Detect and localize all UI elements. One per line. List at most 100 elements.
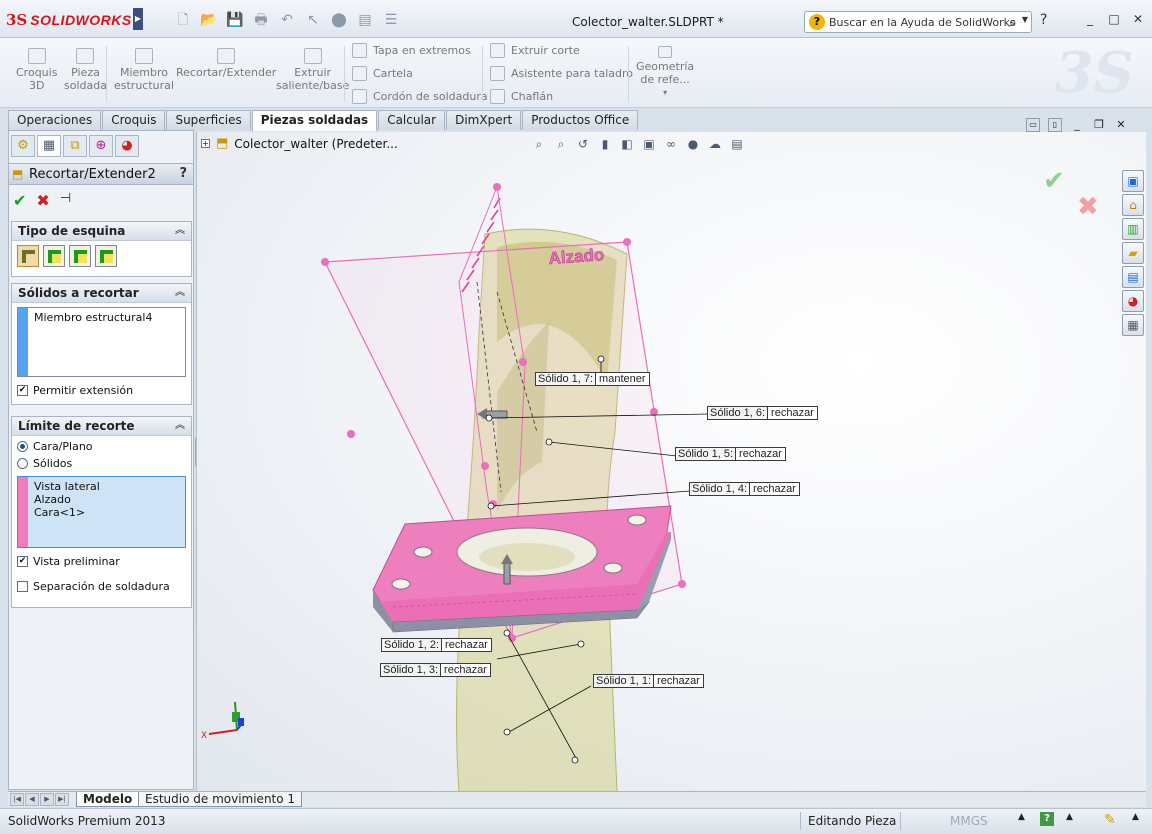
chamfer-button[interactable]: Chaflán <box>490 89 553 104</box>
hide-show-items-icon[interactable]: ∞ <box>663 136 679 152</box>
callout-action[interactable]: rechazar <box>442 638 492 652</box>
help-search-box[interactable]: ? Buscar en la Ayuda de SolidWorks ⌕ ▼ <box>804 11 1032 33</box>
viewport-link-icon[interactable]: ▯ <box>1048 118 1062 132</box>
callout-solid-5[interactable]: Sólido 1, 5: rechazar <box>675 447 786 461</box>
maximize-button[interactable]: □ <box>1106 10 1122 28</box>
print-icon[interactable]: 🖶 <box>250 10 272 30</box>
extrude-boss-button[interactable]: Extruir saliente/base <box>276 48 349 92</box>
solidworks-resources-icon[interactable]: ▣ <box>1122 170 1144 192</box>
zoom-to-area-icon[interactable]: ⌕ <box>553 136 569 152</box>
face-plane-radio[interactable]: Cara/Plano <box>12 438 191 455</box>
trim-extend-button[interactable]: Recortar/Extender <box>176 48 276 79</box>
collapse-chevron-icon[interactable]: ︽ <box>175 284 185 302</box>
section-view-icon[interactable]: ▮ <box>597 136 613 152</box>
tab-productos-office[interactable]: Productos Office <box>522 110 639 130</box>
tips-chevron-icon[interactable]: ▲ <box>1066 812 1073 822</box>
model-viewport[interactable]: Alzado X <box>197 132 1146 792</box>
sketch-3d-button[interactable]: Croquis 3D <box>16 48 57 92</box>
callout-action[interactable]: mantener <box>596 372 650 386</box>
list-item[interactable]: Cara<1> <box>34 506 100 519</box>
document-minimize-icon[interactable]: _ <box>1070 118 1084 132</box>
preview-checkbox[interactable]: ✔ Vista preliminar <box>12 552 191 571</box>
edit-appearance-icon[interactable]: ● <box>685 136 701 152</box>
next-tab-icon[interactable]: ▶ <box>40 793 54 806</box>
rebuild-icon[interactable]: ⬤ <box>328 10 350 30</box>
callout-solid-7[interactable]: Sólido 1, 7: mantener <box>535 372 650 386</box>
tab-operaciones[interactable]: Operaciones <box>8 110 102 130</box>
custom-properties-icon[interactable]: ▦ <box>1122 314 1144 336</box>
document-close-icon[interactable]: ✕ <box>1114 118 1128 132</box>
menu-expand-arrow[interactable]: ▶ <box>133 8 143 30</box>
view-palette-icon[interactable]: ▤ <box>1122 266 1144 288</box>
gusset-button[interactable]: Cartela <box>352 66 413 81</box>
minimize-button[interactable]: _ <box>1082 10 1098 28</box>
corner-end-butt1-button[interactable] <box>69 245 91 267</box>
group-header[interactable]: Tipo de esquina ︽ <box>12 222 191 241</box>
corner-end-trim-button[interactable] <box>17 245 39 267</box>
display-manager-tab-icon[interactable]: ◕ <box>115 135 139 157</box>
undo-icon[interactable]: ↶ <box>276 10 298 30</box>
callout-action[interactable]: rechazar <box>441 663 491 677</box>
tab-croquis[interactable]: Croquis <box>102 110 166 130</box>
list-item[interactable]: Vista lateral <box>34 480 100 493</box>
reference-geometry-button[interactable]: Geometría de refe... ▾ <box>636 46 694 99</box>
allow-extension-checkbox[interactable]: ✔ Permitir extensión <box>12 381 191 400</box>
tab-model[interactable]: Modelo <box>76 792 140 807</box>
display-style-icon[interactable]: ▣ <box>641 136 657 152</box>
fillet-bead-button[interactable]: Cordón de soldadura <box>352 89 488 104</box>
weldment-button[interactable]: Pieza soldada <box>64 48 107 92</box>
list-item[interactable]: Miembro estructural4 <box>34 311 152 324</box>
group-header[interactable]: Límite de recorte ︽ <box>12 417 191 436</box>
plane-label[interactable]: Alzado <box>548 245 606 268</box>
view-settings-icon[interactable]: ▤ <box>729 136 745 152</box>
dimxpert-manager-tab-icon[interactable]: ⊕ <box>89 135 113 157</box>
view-orientation-icon[interactable]: ◧ <box>619 136 635 152</box>
folder-icon[interactable]: ▰ <box>1122 242 1144 264</box>
bolt-hole[interactable] <box>391 578 411 590</box>
feature-tree-flyout[interactable]: + ⬒ Colector_walter (Predeter... <box>201 136 398 151</box>
search-icon[interactable]: ⌕ <box>1009 13 1017 31</box>
ok-check-icon[interactable]: ✔ <box>13 191 26 210</box>
group-header[interactable]: Sólidos a recortar ︽ <box>12 284 191 303</box>
first-tab-icon[interactable]: |◀ <box>10 793 24 806</box>
expand-icon[interactable]: + <box>201 139 210 148</box>
chevron-down-icon[interactable]: ▼ <box>1022 15 1028 24</box>
bolt-hole[interactable] <box>603 562 623 574</box>
bodies-radio[interactable]: Sólidos <box>12 455 191 472</box>
confirm-corner-ok-icon[interactable]: ✔ <box>1043 166 1065 196</box>
help-button[interactable]: ? <box>179 166 187 181</box>
list-item[interactable]: Alzado <box>34 493 100 506</box>
apply-scene-icon[interactable]: ☁ <box>707 136 723 152</box>
options-icon[interactable]: ☰ <box>380 10 402 30</box>
property-manager-tab-icon[interactable]: ▦ <box>37 135 61 157</box>
select-icon[interactable]: ↖ <box>302 10 324 30</box>
status-chevron-icon[interactable]: ▲ <box>1132 812 1139 822</box>
callout-solid-6[interactable]: Sólido 1, 6: rechazar <box>707 406 818 420</box>
design-library-icon[interactable]: ⌂ <box>1122 194 1144 216</box>
bodies-list[interactable]: Miembro estructural4 <box>17 307 186 377</box>
bolt-hole[interactable] <box>413 546 433 558</box>
callout-solid-3[interactable]: Sólido 1, 3: rechazar <box>380 663 491 677</box>
tab-dimxpert[interactable]: DimXpert <box>446 110 522 130</box>
callout-action[interactable]: rechazar <box>736 447 786 461</box>
bolt-hole[interactable] <box>627 514 647 526</box>
new-document-icon[interactable]: 🗋 <box>172 10 194 30</box>
viewport-split-icon[interactable]: ▭ <box>1026 118 1040 132</box>
last-tab-icon[interactable]: ▶| <box>55 793 69 806</box>
tab-motion-study[interactable]: Estudio de movimiento 1 <box>138 792 303 807</box>
corner-end-butt2-button[interactable] <box>95 245 117 267</box>
tab-superficies[interactable]: Superficies <box>166 110 251 130</box>
extruded-cut-button[interactable]: Extruir corte <box>490 43 580 58</box>
appearances-icon[interactable]: ◕ <box>1122 290 1144 312</box>
configuration-manager-tab-icon[interactable]: ⧉ <box>63 135 87 157</box>
corner-end-miter-button[interactable] <box>43 245 65 267</box>
units-chevron-icon[interactable]: ▲ <box>1018 812 1025 822</box>
close-button[interactable]: ✕ <box>1130 10 1146 28</box>
confirm-corner-cancel-icon[interactable]: ✖ <box>1077 192 1099 222</box>
zoom-to-fit-icon[interactable]: ⌕ <box>531 136 547 152</box>
previous-tab-icon[interactable]: ◀ <box>25 793 39 806</box>
file-properties-icon[interactable]: ▤ <box>354 10 376 30</box>
structural-member-button[interactable]: Miembro estructural <box>114 48 174 92</box>
callout-solid-2[interactable]: Sólido 1, 2: rechazar <box>381 638 492 652</box>
help-button[interactable]: ? <box>1040 12 1047 28</box>
